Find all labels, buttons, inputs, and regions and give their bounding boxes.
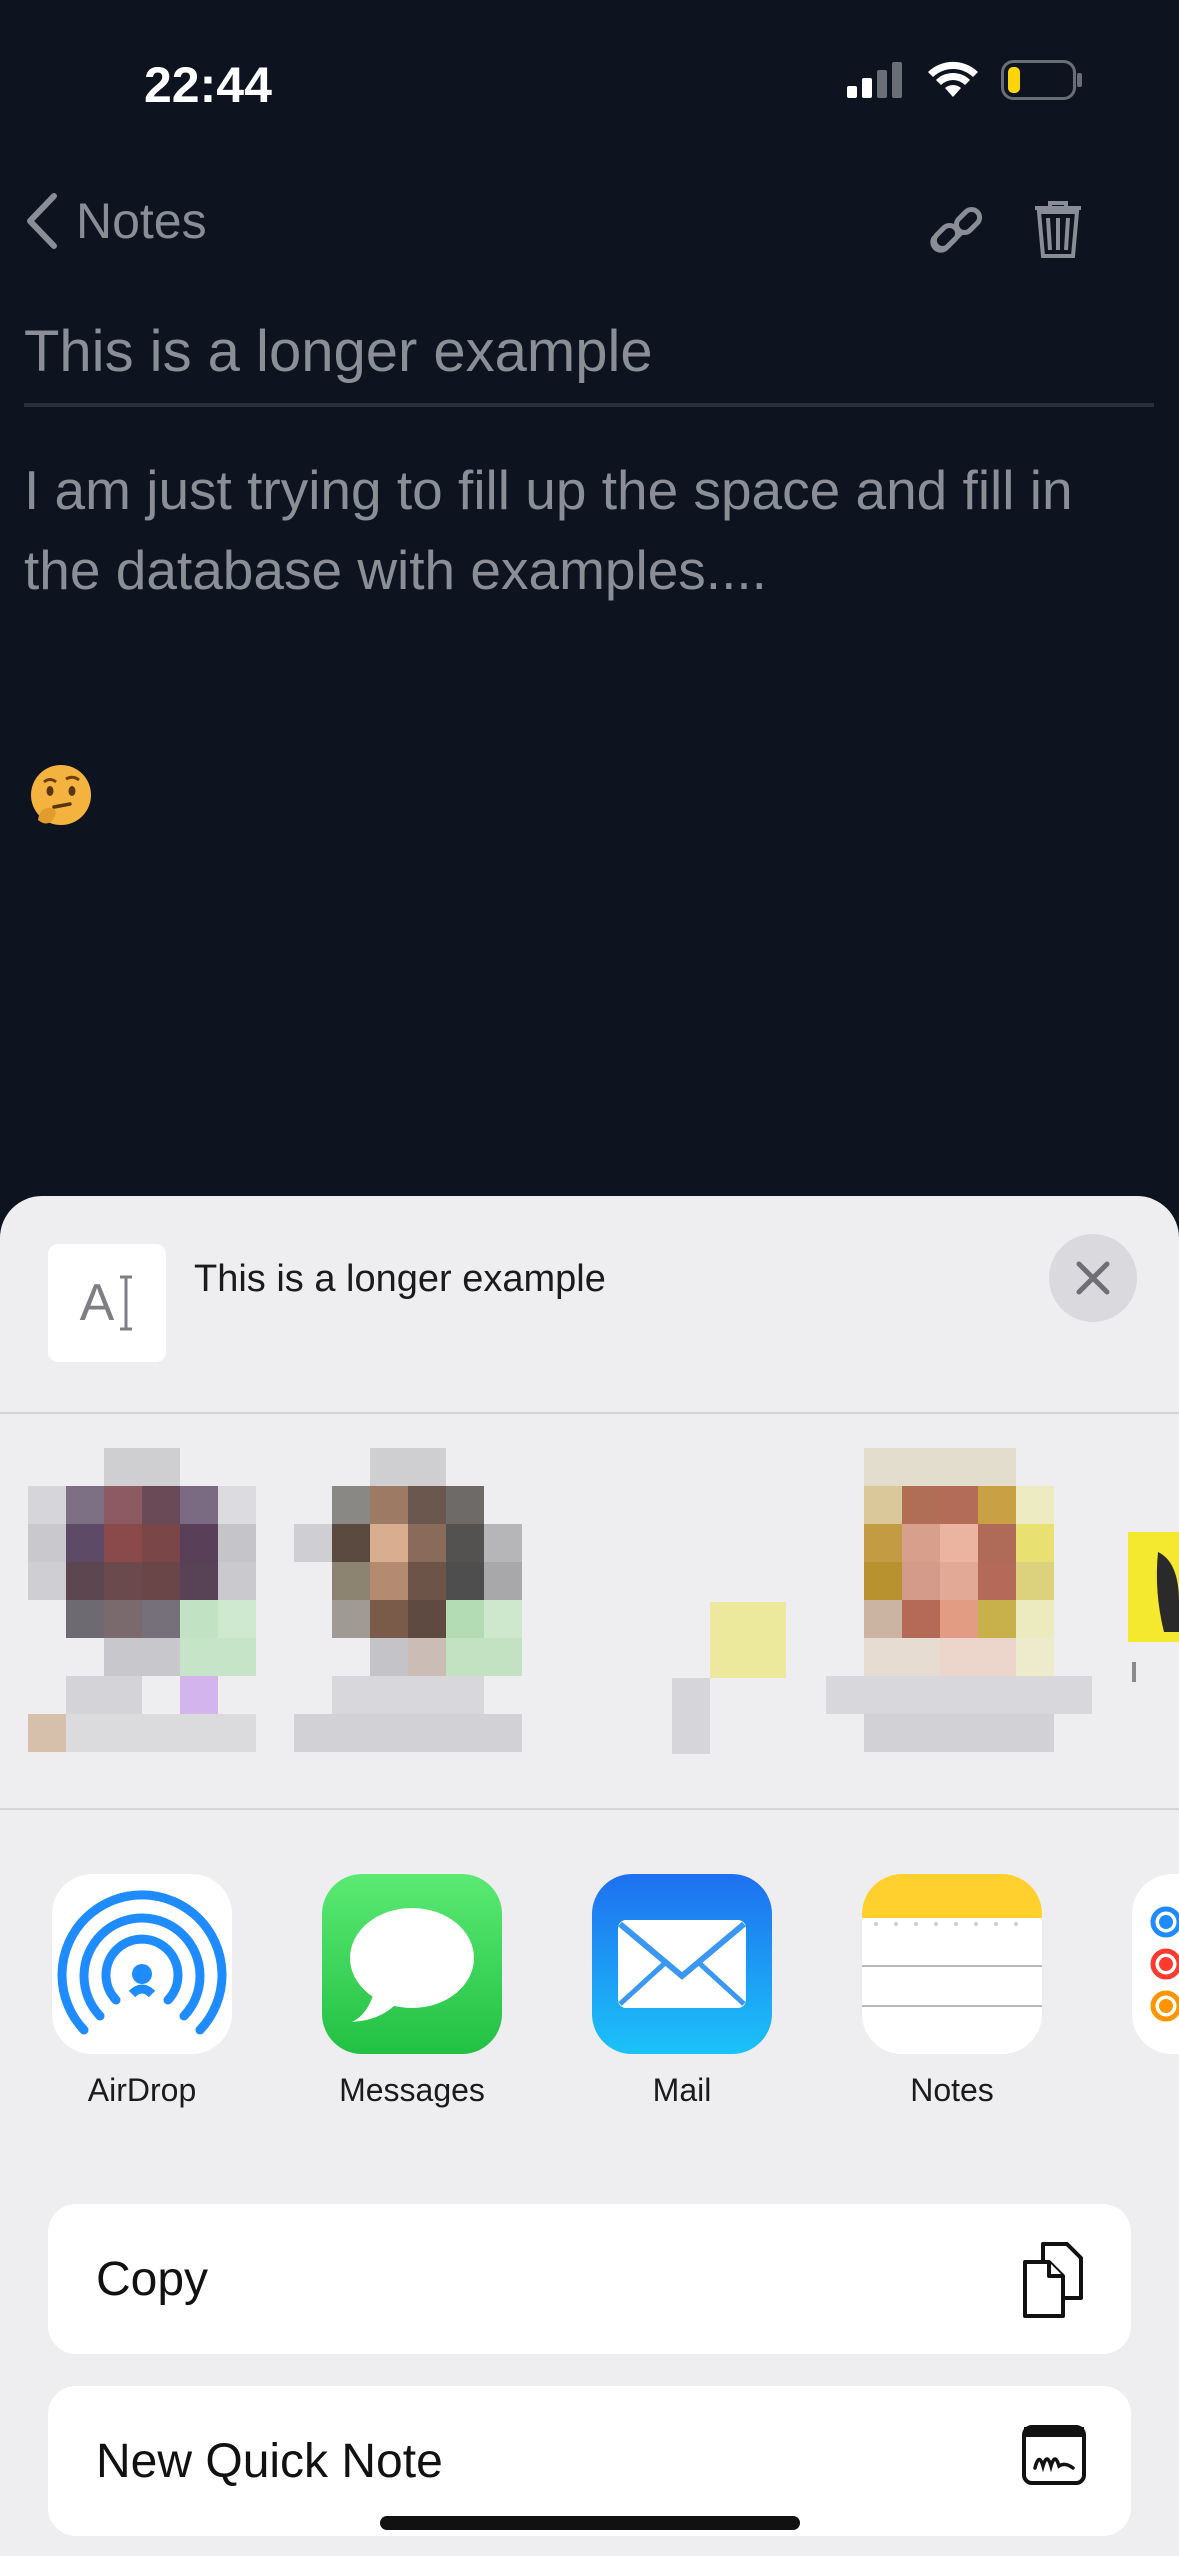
doc-thumbnail-letter: A [79, 1274, 115, 1332]
new-quick-note-action[interactable]: New Quick Note [48, 2386, 1131, 2536]
navigation-bar: Notes [0, 180, 1179, 270]
status-bar: 22:44 [0, 0, 1179, 175]
copy-action[interactable]: Copy [48, 2204, 1131, 2354]
app-airdrop[interactable]: AirDrop [52, 1874, 232, 2109]
trash-icon[interactable] [1033, 200, 1083, 258]
quick-note-icon [1022, 2425, 1086, 2485]
link-icon[interactable] [929, 201, 985, 257]
contact-avatar[interactable] [826, 1448, 1094, 1752]
app-label: Mail [652, 2072, 712, 2108]
app-notes[interactable]: Notes [862, 1874, 1042, 2109]
people-suggestions-row[interactable] [0, 1412, 1179, 1810]
app-label: R [1132, 2072, 1179, 2109]
app-mail[interactable]: Mail [592, 1874, 772, 2109]
app-label: Messages [339, 2072, 485, 2108]
wifi-icon [928, 61, 978, 97]
share-sheet-header: A This is a longer example [0, 1196, 1179, 1414]
mail-icon [592, 1874, 772, 2054]
close-icon [1076, 1261, 1110, 1295]
status-icons [847, 60, 1083, 100]
share-apps-row: AirDrop Messages Mail Notes [0, 1874, 1179, 2124]
contact-avatar[interactable] [672, 1602, 792, 1754]
share-sheet-title: This is a longer example [194, 1258, 606, 1300]
app-label: Notes [910, 2072, 994, 2108]
note-body[interactable]: I am just trying to fill up the space an… [24, 450, 1154, 610]
reminders-icon [1132, 1874, 1179, 2054]
app-label: AirDrop [87, 2072, 197, 2108]
action-label: Copy [96, 2253, 209, 2306]
messages-icon [322, 1874, 502, 2054]
airdrop-icon [52, 1874, 232, 2054]
back-button[interactable]: Notes [24, 192, 207, 250]
action-label: New Quick Note [96, 2435, 443, 2488]
notes-icon [862, 1874, 1042, 2054]
contact-avatar[interactable] [1128, 1532, 1179, 1682]
text-cursor-icon [120, 1275, 133, 1331]
close-button[interactable] [1049, 1234, 1137, 1322]
status-time: 22:44 [144, 57, 272, 113]
copy-icon [1023, 2242, 1083, 2318]
back-button-label: Notes [76, 193, 207, 249]
home-indicator[interactable] [380, 2516, 800, 2530]
share-sheet: A This is a longer example AirDrop Messa… [0, 1196, 1179, 2556]
contact-avatar[interactable] [294, 1448, 524, 1752]
cellular-signal-icon [847, 62, 902, 98]
chevron-left-icon [27, 193, 57, 249]
contact-avatar[interactable] [28, 1448, 258, 1752]
battery-icon [1001, 60, 1082, 100]
thinking-face-icon [31, 765, 91, 825]
document-thumbnail: A [48, 1244, 166, 1362]
app-messages[interactable]: Messages [322, 1874, 502, 2109]
note-title[interactable]: This is a longer example [24, 318, 1154, 407]
app-reminders[interactable]: R [1132, 1874, 1179, 2109]
